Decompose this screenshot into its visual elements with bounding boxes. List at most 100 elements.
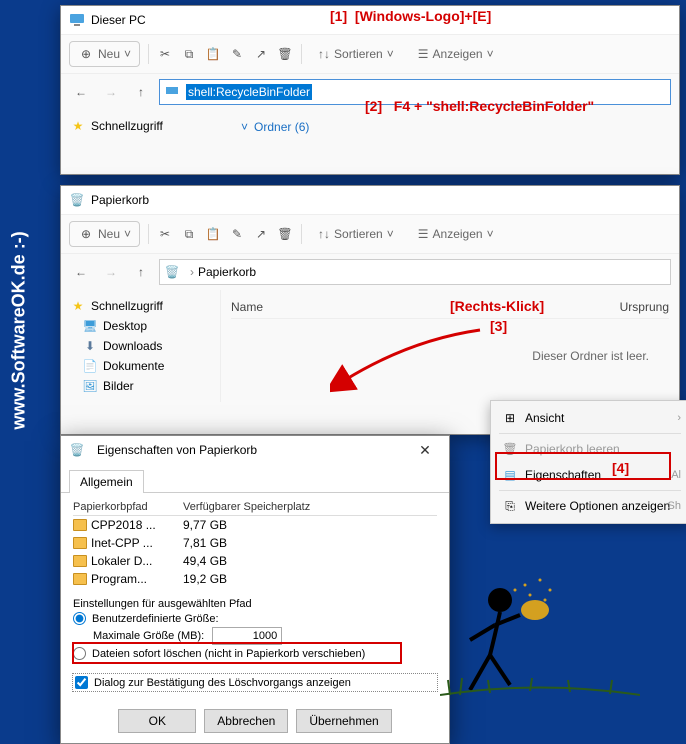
download-icon: ⬇ xyxy=(83,339,97,353)
copy-icon[interactable]: ⧉ xyxy=(181,226,197,242)
content: ˅ Ordner (6) xyxy=(221,110,679,144)
ctx-empty-bin: 🗑 Papierkorb leeren xyxy=(491,436,686,462)
drive-row[interactable]: Program...19,2 GB xyxy=(73,570,437,588)
ctx-more-options[interactable]: ⎘ Weitere Optionen anzeigen Sh xyxy=(491,493,686,519)
drive-space: 9,77 GB xyxy=(183,518,227,532)
explorer-window-recycle: 🗑️ Papierkorb ⊕ Neu ˅ ✂ ⧉ 📋 ✎ ↗ 🗑 ↑↓ Sor… xyxy=(60,185,680,435)
up-button[interactable]: ↑ xyxy=(129,260,153,284)
new-label: Neu xyxy=(98,47,120,61)
back-button[interactable]: ← xyxy=(69,80,93,104)
separator xyxy=(499,490,681,491)
folders-section[interactable]: ˅ Ordner (6) xyxy=(231,116,669,138)
radio-delete-immediately[interactable]: Dateien sofort löschen (nicht in Papierk… xyxy=(73,645,437,662)
address-bar[interactable]: 🗑️ › Papierkorb xyxy=(159,259,671,285)
window-title: Dieser PC xyxy=(91,13,146,27)
rename-icon[interactable]: ✎ xyxy=(229,46,245,62)
dialog-titlebar: 🗑️ Eigenschaften von Papierkorb ✕ xyxy=(61,436,449,464)
ok-button[interactable]: OK xyxy=(118,709,196,733)
ctx-label: Weitere Optionen anzeigen xyxy=(525,499,670,513)
tab-row: Allgemein xyxy=(61,464,449,493)
nav-row: ← → ↑ 🗑️ › Papierkorb xyxy=(61,254,679,290)
separator xyxy=(301,224,302,244)
dialog-buttons: OK Abbrechen Übernehmen xyxy=(61,699,449,743)
chevron-down-icon: ˅ xyxy=(487,227,494,241)
close-button[interactable]: ✕ xyxy=(409,442,441,459)
chevron-down-icon: ˅ xyxy=(387,47,394,61)
forward-button[interactable]: → xyxy=(99,80,123,104)
checkbox-confirm-delete[interactable]: Dialog zur Bestätigung des Löschvorgangs… xyxy=(73,674,437,691)
chevron-down-icon: ˅ xyxy=(241,120,248,134)
sort-label: Sortieren xyxy=(334,227,383,241)
address-bar[interactable]: shell:RecycleBinFolder xyxy=(159,79,671,105)
checkbox-label: Dialog zur Bestätigung des Löschvorgangs… xyxy=(94,677,351,689)
folder-icon xyxy=(73,537,87,549)
properties-icon: ▤ xyxy=(503,468,517,482)
view-button[interactable]: ☰ Anzeigen ˅ xyxy=(410,223,502,245)
share-icon[interactable]: ↗ xyxy=(253,226,269,242)
watermark-text: www.SoftwareOK.de :-) xyxy=(9,231,30,429)
titlebar: 🗑️ Papierkorb xyxy=(61,186,679,214)
chevron-down-icon: ˅ xyxy=(124,47,131,61)
cancel-button[interactable]: Abbrechen xyxy=(204,709,288,733)
sidebar: ★ Schnellzugriff 🖥 Desktop ⬇ Downloads 📄… xyxy=(61,290,221,402)
radio-custom-size[interactable]: Benutzerdefinierte Größe: xyxy=(73,610,437,627)
separator xyxy=(148,44,149,64)
sidebar-item-quick[interactable]: ★ Schnellzugriff xyxy=(65,116,217,136)
tab-general[interactable]: Allgemein xyxy=(69,470,144,493)
desktop-icon: 🖥 xyxy=(83,319,97,333)
ctx-properties[interactable]: ▤ Eigenschaften Al xyxy=(491,462,686,488)
grid-header: Papierkorbpfad Verfügbarer Speicherplatz xyxy=(73,501,437,516)
maxsize-input[interactable] xyxy=(212,627,282,645)
forward-button[interactable]: → xyxy=(99,260,123,284)
drive-row[interactable]: Lokaler D...49,4 GB xyxy=(73,552,437,570)
rename-icon[interactable]: ✎ xyxy=(229,226,245,242)
delete-icon[interactable]: 🗑 xyxy=(277,226,293,242)
sidebar-item-label: Downloads xyxy=(103,339,162,353)
sidebar-item-label: Dokumente xyxy=(103,359,164,373)
stickman-decoration xyxy=(440,560,640,710)
col-space: Verfügbarer Speicherplatz xyxy=(183,501,310,513)
sidebar-item-documents[interactable]: 📄 Dokumente xyxy=(65,356,216,376)
sidebar-item-pictures[interactable]: 🖼 Bilder xyxy=(65,376,216,396)
recycle-bin-icon: 🗑️ xyxy=(164,264,180,280)
delete-icon[interactable]: 🗑 xyxy=(277,46,293,62)
titlebar: Dieser PC xyxy=(61,6,679,34)
sort-label: Sortieren xyxy=(334,47,383,61)
ctx-view[interactable]: ⊞ Ansicht › xyxy=(491,405,686,431)
view-button[interactable]: ☰ Anzeigen ˅ xyxy=(410,43,502,65)
share-icon[interactable]: ↗ xyxy=(253,46,269,62)
settings-group: Einstellungen für ausgewählten Pfad Benu… xyxy=(73,598,437,691)
toolbar: ⊕ Neu ˅ ✂ ⧉ 📋 ✎ ↗ 🗑 ↑↓ Sortieren ˅ ☰ Anz… xyxy=(61,214,679,254)
apply-button[interactable]: Übernehmen xyxy=(296,709,391,733)
drive-row[interactable]: CPP2018 ...9,77 GB xyxy=(73,516,437,534)
new-button[interactable]: ⊕ Neu ˅ xyxy=(69,221,140,247)
new-button[interactable]: ⊕ Neu ˅ xyxy=(69,41,140,67)
sort-icon: ↑↓ xyxy=(318,47,330,61)
back-button[interactable]: ← xyxy=(69,260,93,284)
sort-button[interactable]: ↑↓ Sortieren ˅ xyxy=(310,223,402,245)
paste-icon[interactable]: 📋 xyxy=(205,226,221,242)
column-headers: Name Ursprung xyxy=(231,296,669,319)
paste-icon[interactable]: 📋 xyxy=(205,46,221,62)
radio-input[interactable] xyxy=(73,612,86,625)
checkbox-input[interactable] xyxy=(75,676,88,689)
copy-icon[interactable]: ⧉ xyxy=(181,46,197,62)
pc-icon xyxy=(69,12,85,28)
sidebar-item-quick[interactable]: ★ Schnellzugriff xyxy=(65,296,216,316)
up-button[interactable]: ↑ xyxy=(129,80,153,104)
sidebar-item-desktop[interactable]: 🖥 Desktop xyxy=(65,316,216,336)
col-origin[interactable]: Ursprung xyxy=(620,300,669,314)
plus-icon: ⊕ xyxy=(78,226,94,242)
sidebar-item-label: Schnellzugriff xyxy=(91,119,163,133)
sort-icon: ↑↓ xyxy=(318,227,330,241)
col-name[interactable]: Name xyxy=(231,300,263,314)
cut-icon[interactable]: ✂ xyxy=(157,226,173,242)
radio-input[interactable] xyxy=(73,647,86,660)
maxsize-label: Maximale Größe (MB): xyxy=(93,630,204,642)
cut-icon[interactable]: ✂ xyxy=(157,46,173,62)
drive-row[interactable]: Inet-CPP ...7,81 GB xyxy=(73,534,437,552)
nav-row: ← → ↑ shell:RecycleBinFolder xyxy=(61,74,679,110)
sidebar-item-downloads[interactable]: ⬇ Downloads xyxy=(65,336,216,356)
sort-button[interactable]: ↑↓ Sortieren ˅ xyxy=(310,43,402,65)
content-area[interactable]: Name Ursprung Dieser Ordner ist leer. xyxy=(221,290,679,402)
